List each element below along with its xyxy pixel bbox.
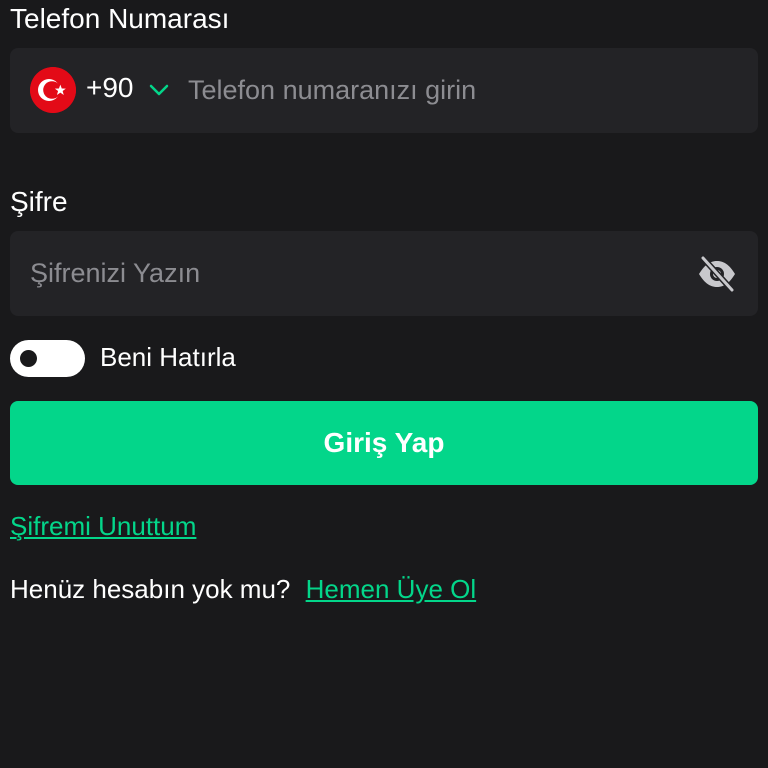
signup-link[interactable]: Hemen Üye Ol: [306, 574, 477, 604]
phone-input[interactable]: [188, 48, 728, 133]
password-input[interactable]: [30, 231, 670, 316]
login-form: Telefon Numarası +90 Şifre: [0, 0, 768, 768]
signup-row: Henüz hesabın yok mu? Hemen Üye Ol: [10, 576, 476, 602]
eye-slash-icon[interactable]: [696, 254, 738, 294]
chevron-down-icon[interactable]: [148, 81, 170, 99]
remember-toggle[interactable]: [10, 340, 85, 377]
password-label: Şifre: [10, 186, 68, 217]
turkey-flag-icon[interactable]: [30, 67, 76, 113]
phone-label: Telefon Numarası: [10, 3, 230, 34]
country-code[interactable]: +90: [86, 74, 134, 102]
remember-label: Beni Hatırla: [100, 342, 236, 372]
signup-prompt: Henüz hesabın yok mu?: [10, 574, 291, 604]
login-button[interactable]: Giriş Yap: [10, 401, 758, 485]
phone-field: +90: [10, 48, 758, 133]
forgot-password-link[interactable]: Şifremi Unuttum: [10, 513, 196, 539]
toggle-knob: [20, 350, 37, 367]
password-field: [10, 231, 758, 316]
